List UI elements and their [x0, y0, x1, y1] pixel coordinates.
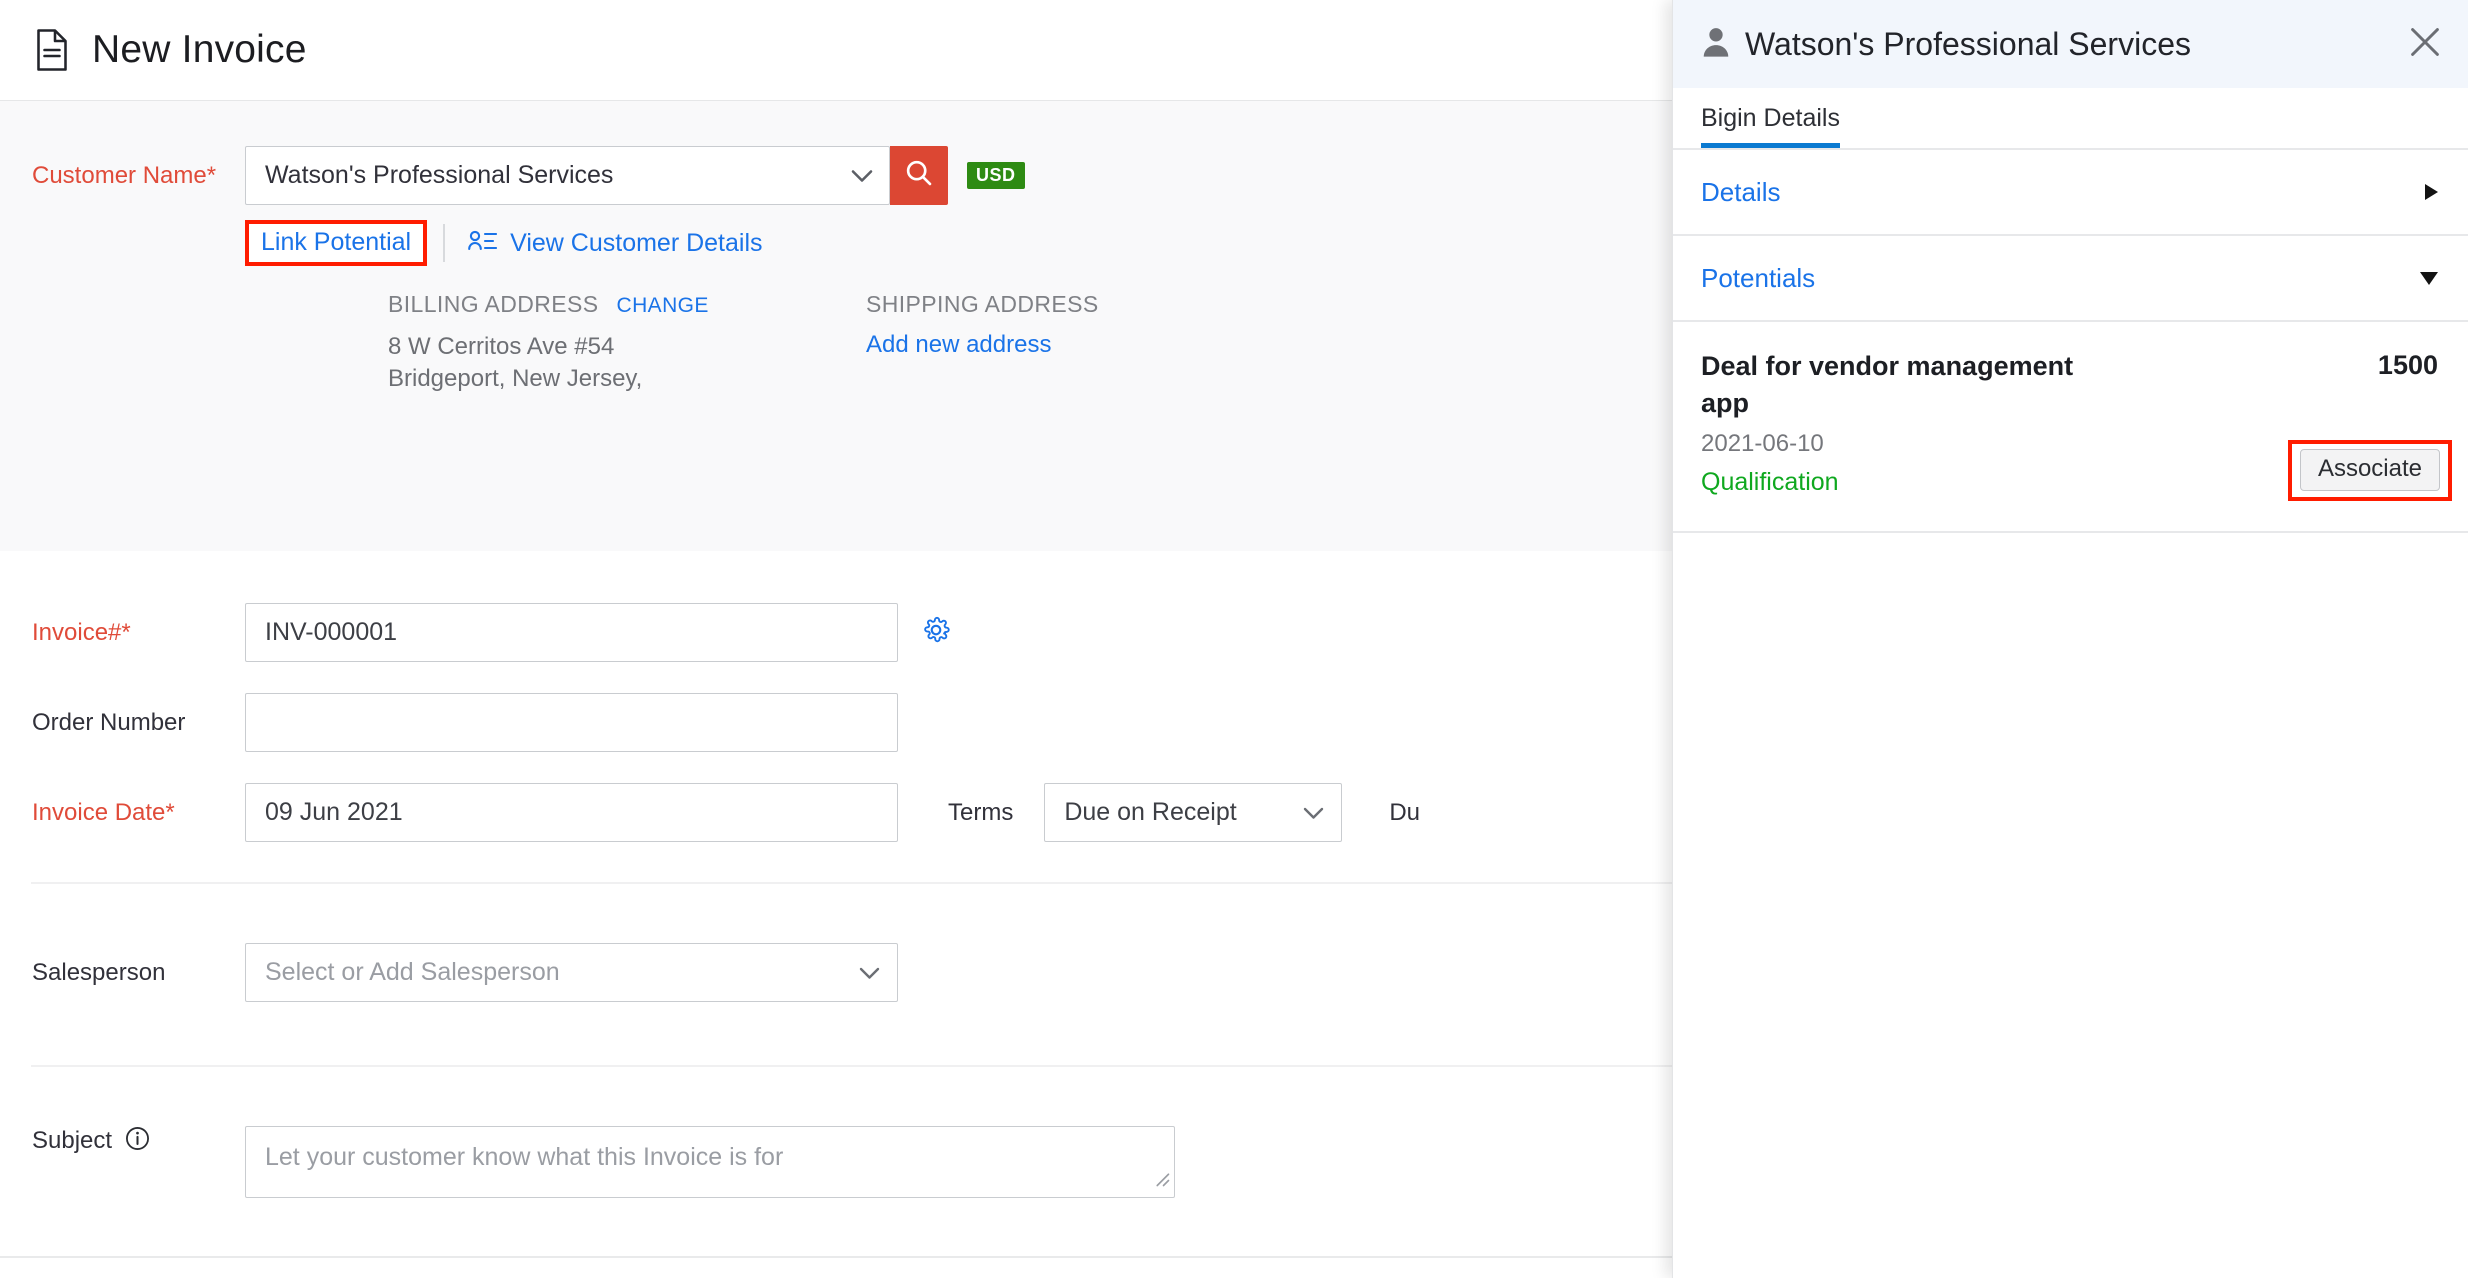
gear-icon[interactable]: [921, 615, 951, 650]
page-header: New Invoice: [0, 0, 1672, 101]
customer-links-row: Link Potential View Customer Details: [0, 216, 1672, 270]
subject-label-wrap: Subject: [0, 1126, 245, 1156]
terms-value: Due on Receipt: [1064, 798, 1236, 827]
chevron-down-icon: [1303, 798, 1324, 827]
accordion-potentials-label: Potentials: [1701, 263, 1815, 294]
billing-address-change-link[interactable]: CHANGE: [617, 294, 709, 318]
bigin-details-side-panel: Watson's Professional Services Bigin Det…: [1672, 0, 2468, 1278]
tab-bigin-details[interactable]: Bigin Details: [1701, 106, 1840, 148]
side-panel-tabs: Bigin Details: [1673, 88, 2468, 150]
accordion-potentials[interactable]: Potentials: [1673, 236, 2468, 322]
form-divider-1: [31, 882, 1672, 884]
salesperson-label: Salesperson: [0, 961, 245, 985]
resize-grip-icon[interactable]: [1151, 1166, 1171, 1195]
subject-textarea[interactable]: Let your customer know what this Invoice…: [245, 1126, 1175, 1198]
link-potential-button[interactable]: Link Potential: [261, 228, 411, 257]
view-customer-details-button[interactable]: View Customer Details: [467, 229, 762, 258]
invoice-number-label: Invoice#*: [0, 621, 245, 645]
invoice-date-label: Invoice Date*: [0, 801, 245, 825]
salesperson-select[interactable]: Select or Add Salesperson: [245, 943, 898, 1002]
salesperson-placeholder: Select or Add Salesperson: [265, 958, 560, 987]
terms-select[interactable]: Due on Receipt: [1044, 783, 1342, 842]
billing-address-heading: BILLING ADDRESS: [388, 291, 599, 318]
link-potential-highlight: Link Potential: [245, 220, 427, 266]
footer-divider: [0, 1256, 1672, 1258]
due-date-label: Du: [1389, 799, 1420, 827]
shipping-address-heading-row: SHIPPING ADDRESS: [866, 291, 1344, 318]
billing-address-line-2: Bridgeport, New Jersey,: [388, 363, 866, 395]
close-icon[interactable]: [2408, 25, 2442, 64]
side-panel-title: Watson's Professional Services: [1745, 28, 2408, 60]
terms-label: Terms: [948, 799, 1013, 827]
invoice-form-pane: New Invoice Customer Name* Watson's Prof…: [0, 0, 1672, 1278]
customer-section: Customer Name* Watson's Professional Ser…: [0, 101, 1672, 551]
chevron-down-icon: [859, 958, 880, 987]
info-icon[interactable]: [125, 1126, 150, 1156]
person-icon: [1701, 26, 1731, 63]
order-number-input[interactable]: [245, 693, 898, 752]
currency-badge: USD: [967, 162, 1025, 189]
triangle-right-icon: [2425, 184, 2438, 200]
shipping-add-new-address-link[interactable]: Add new address: [866, 331, 1344, 359]
potential-list-item[interactable]: Deal for vendor management app 1500 2021…: [1673, 322, 2468, 533]
side-panel-header: Watson's Professional Services: [1673, 0, 2468, 88]
associate-highlight: Associate: [2288, 440, 2452, 501]
form-divider-2: [31, 1065, 1672, 1067]
customer-name-select[interactable]: Watson's Professional Services: [245, 146, 890, 205]
customer-name-label: Customer Name*: [0, 164, 245, 188]
contact-card-icon: [467, 229, 497, 258]
invoice-date-value: 09 Jun 2021: [265, 798, 403, 827]
order-number-label: Order Number: [0, 711, 245, 735]
invoice-date-row: Invoice Date* 09 Jun 2021 Terms Due on R…: [0, 783, 1672, 842]
subject-placeholder: Let your customer know what this Invoice…: [265, 1143, 783, 1171]
customer-name-value: Watson's Professional Services: [265, 161, 613, 190]
accordion-details-label: Details: [1701, 177, 1780, 208]
billing-address-heading-row: BILLING ADDRESS CHANGE: [388, 291, 866, 318]
chevron-down-icon: [851, 161, 873, 190]
shipping-address-heading: SHIPPING ADDRESS: [866, 291, 1099, 318]
accordion-details[interactable]: Details: [1673, 150, 2468, 236]
order-number-row: Order Number: [0, 693, 1672, 752]
customer-name-row: Customer Name* Watson's Professional Ser…: [0, 101, 1672, 205]
shipping-address-column: SHIPPING ADDRESS Add new address: [866, 291, 1344, 395]
triangle-down-icon: [2420, 272, 2438, 285]
invoice-number-row: Invoice#* INV-000001: [0, 603, 1672, 662]
addresses-block: BILLING ADDRESS CHANGE 8 W Cerritos Ave …: [0, 291, 1672, 395]
potential-amount: 1500: [2378, 350, 2438, 381]
links-divider: [443, 224, 445, 262]
document-icon: [34, 29, 70, 71]
invoice-number-value: INV-000001: [265, 618, 397, 647]
subject-row: Subject Let your customer know what this…: [0, 1126, 1672, 1198]
view-customer-details-label: View Customer Details: [510, 229, 762, 258]
invoice-number-input[interactable]: INV-000001: [245, 603, 898, 662]
associate-button[interactable]: Associate: [2300, 449, 2440, 491]
billing-address-line-1: 8 W Cerritos Ave #54: [388, 331, 866, 363]
search-icon: [904, 158, 934, 193]
potential-title: Deal for vendor management app: [1701, 348, 2081, 423]
page-title: New Invoice: [92, 28, 307, 72]
invoice-date-input[interactable]: 09 Jun 2021: [245, 783, 898, 842]
customer-search-button[interactable]: [890, 146, 948, 205]
invoice-details-form: Invoice#* INV-000001 Order Number Invoic…: [0, 551, 1672, 1198]
subject-label: Subject: [32, 1127, 112, 1155]
billing-address-column: BILLING ADDRESS CHANGE 8 W Cerritos Ave …: [388, 291, 866, 395]
salesperson-row: Salesperson Select or Add Salesperson: [0, 943, 1672, 1002]
